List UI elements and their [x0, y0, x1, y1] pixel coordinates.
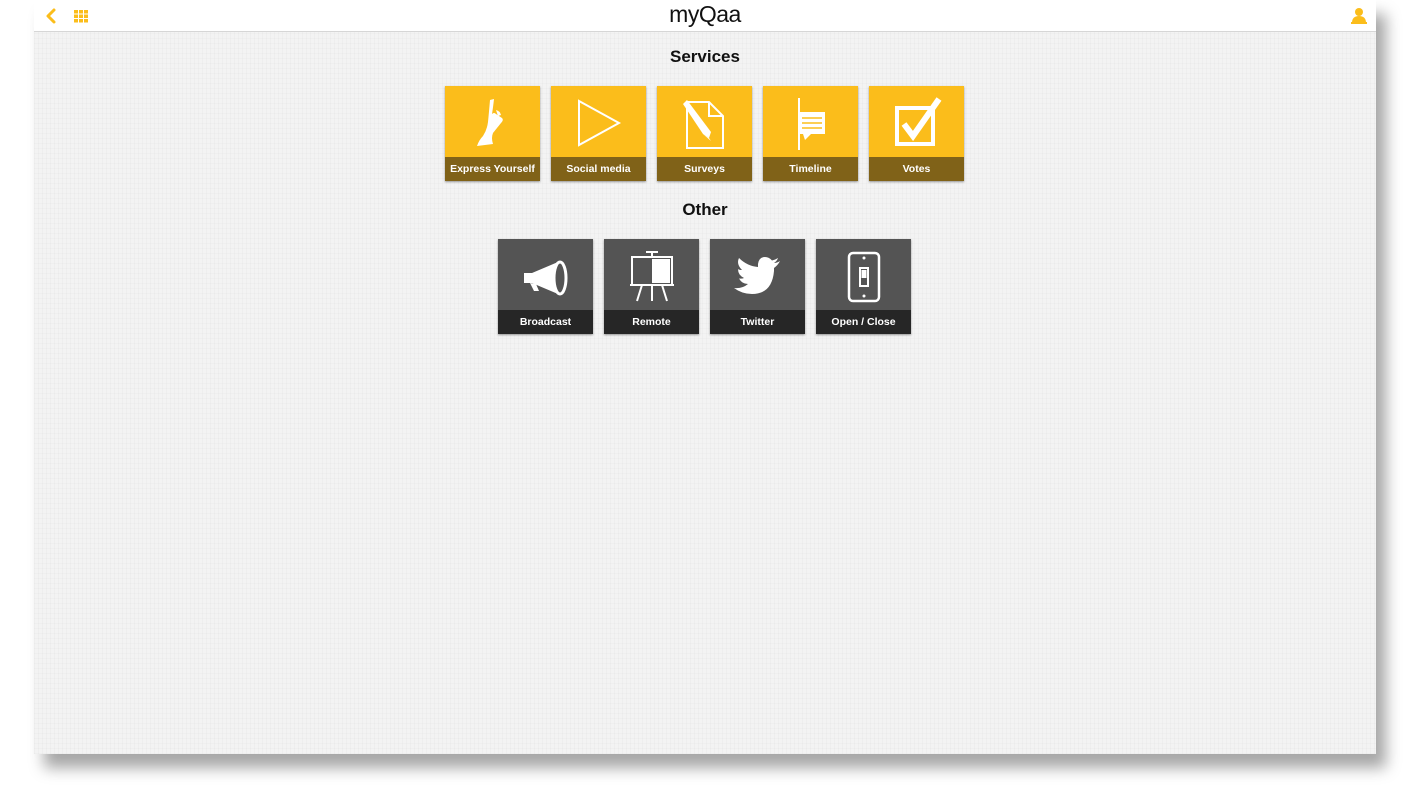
light-switch-icon [847, 251, 880, 303]
user-icon [1351, 8, 1367, 24]
service-tile-surveys[interactable]: Surveys [657, 86, 752, 181]
checkbox-icon [894, 97, 941, 146]
tile-label: Votes [869, 157, 964, 181]
raised-hand-icon [476, 99, 503, 146]
top-bar: myQaa [34, 0, 1376, 32]
tile-label: Open / Close [816, 310, 911, 334]
service-tile-timeline[interactable]: Timeline [763, 86, 858, 181]
megaphone-icon [523, 260, 567, 296]
other-section-title: Other [682, 200, 728, 219]
service-tile-social-media[interactable]: Social media [551, 86, 646, 181]
tile-label: Remote [604, 310, 699, 334]
play-icon [577, 99, 621, 147]
tile-label: Twitter [710, 310, 805, 334]
app-title: myQaa [669, 1, 741, 27]
other-tiles: Broadcast Remote Twitter Open / Close [498, 239, 911, 334]
other-tile-broadcast[interactable]: Broadcast [498, 239, 593, 334]
timeline-icon [797, 98, 825, 150]
other-tile-remote[interactable]: Remote [604, 239, 699, 334]
services-tiles: Express Yourself Social media Surveys Ti… [445, 86, 964, 181]
tile-label: Broadcast [498, 310, 593, 334]
service-tile-express-yourself[interactable]: Express Yourself [445, 86, 540, 181]
other-tile-open-close[interactable]: Open / Close [816, 239, 911, 334]
service-tile-votes[interactable]: Votes [869, 86, 964, 181]
document-pen-icon [682, 100, 724, 149]
user-profile-button[interactable] [1350, 6, 1368, 26]
tile-label: Surveys [657, 157, 752, 181]
services-section-title: Services [670, 47, 740, 66]
tile-label: Express Yourself [445, 157, 540, 181]
tile-label: Social media [551, 157, 646, 181]
easel-icon [629, 251, 674, 302]
other-tile-twitter[interactable]: Twitter [710, 239, 805, 334]
app-window: myQaa Services Express Yourself Social m… [34, 0, 1376, 754]
twitter-bird-icon [733, 257, 780, 294]
tile-label: Timeline [763, 157, 858, 181]
